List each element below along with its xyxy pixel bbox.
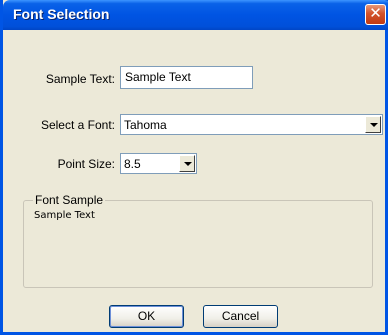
sample-text-label: Sample Text: bbox=[45, 72, 115, 86]
point-size-value: 8.5 bbox=[124, 157, 141, 171]
font-sample-preview: Sample Text bbox=[34, 210, 95, 221]
chevron-down-icon[interactable] bbox=[365, 116, 381, 133]
point-size-select[interactable]: 8.5 bbox=[120, 153, 197, 174]
cancel-button[interactable]: Cancel bbox=[203, 305, 278, 328]
font-select[interactable]: Tahoma bbox=[120, 114, 383, 135]
window-title: Font Selection bbox=[13, 6, 110, 22]
chevron-down-icon[interactable] bbox=[179, 155, 195, 172]
font-selection-dialog: Font Selection ✕ Sample Text: Sample Tex… bbox=[0, 0, 388, 335]
close-icon[interactable]: ✕ bbox=[365, 4, 386, 25]
font-label: Select a Font: bbox=[40, 118, 115, 132]
title-bar[interactable]: Font Selection ✕ bbox=[3, 0, 388, 30]
font-select-value: Tahoma bbox=[124, 118, 167, 132]
font-sample-group-label: Font Sample bbox=[33, 193, 106, 207]
ok-button[interactable]: OK bbox=[109, 305, 184, 328]
sample-text-input[interactable]: Sample Text bbox=[120, 66, 253, 89]
point-size-label: Point Size: bbox=[57, 157, 115, 171]
